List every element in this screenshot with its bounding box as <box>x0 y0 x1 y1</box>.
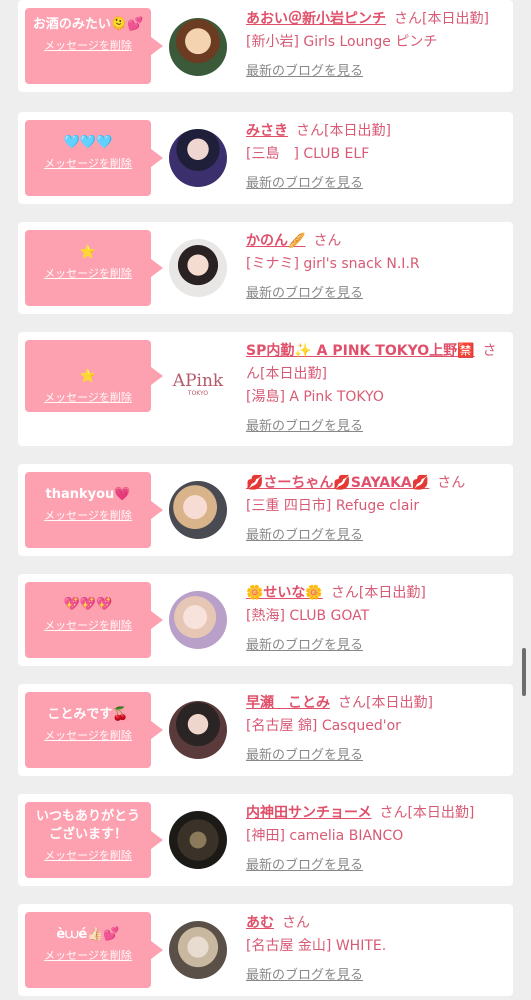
latest-blog-link[interactable]: 最新のブログを見る <box>246 964 363 987</box>
cast-suffix: さん[本日出勤] <box>330 585 426 601</box>
avatar[interactable] <box>169 129 227 187</box>
avatar[interactable] <box>169 18 227 76</box>
cast-info: 💋さーちゃん💋SAYAKA💋 さん [三重 四日市] Refuge clair 最… <box>246 472 505 547</box>
cast-suffix: さん <box>282 915 310 931</box>
message-text: お酒のみたい🫠💕 <box>32 17 144 32</box>
message-bubble: è⩊é👍🏻💕 メッセージを削除 <box>25 912 163 988</box>
cast-suffix: さん[本日出勤] <box>338 695 433 711</box>
cast-name-link[interactable]: 💋さーちゃん💋SAYAKA💋 <box>246 475 429 491</box>
cast-info: 内神田サンチョーメ さん[本日出勤] [神田] camelia BIANCO 最新… <box>246 802 505 877</box>
delete-message-link[interactable]: メッセージを削除 <box>44 267 132 281</box>
latest-blog-link[interactable]: 最新のブログを見る <box>246 634 363 657</box>
latest-blog-link[interactable]: 最新のブログを見る <box>246 282 363 305</box>
message-text: 🩵🩵🩵 <box>63 135 113 150</box>
message-text: いつもありがとうございます！ <box>35 809 140 842</box>
cast-suffix: さん[本日出勤] <box>379 805 475 821</box>
message-card: è⩊é👍🏻💕 メッセージを削除 あむ さん [名古屋 金山] WHITE. 最新の… <box>18 904 513 996</box>
cast-info: あおい＠新小岩ピンチ さん[本日出勤] [新小岩] Girls Lounge ピン… <box>246 8 505 83</box>
message-card: お酒のみたい🫠💕 メッセージを削除 あおい＠新小岩ピンチ さん[本日出勤] [新小… <box>18 0 513 92</box>
cast-suffix: さん[本日出勤] <box>296 123 391 139</box>
apink-logo: APink <box>172 371 224 391</box>
cast-info: あむ さん [名古屋 金山] WHITE. 最新のブログを見る <box>246 912 505 987</box>
delete-message-link[interactable]: メッセージを削除 <box>44 157 132 171</box>
latest-blog-link[interactable]: 最新のブログを見る <box>246 744 363 767</box>
shop-name: [三島 ] CLUB ELF <box>246 146 370 162</box>
message-bubble: 🩵🩵🩵 メッセージを削除 <box>25 120 163 196</box>
latest-blog-link[interactable]: 最新のブログを見る <box>246 172 363 195</box>
message-card: いつもありがとうございます！ メッセージを削除 内神田サンチョーメ さん[本日出勤… <box>18 794 513 886</box>
message-text: ⭐ <box>79 369 97 384</box>
cast-info: 早瀬 ことみ さん[本日出勤] [名古屋 錦] Casqued'or 最新のブログ… <box>246 692 505 767</box>
delete-message-link[interactable]: メッセージを削除 <box>44 949 132 963</box>
message-bubble: ⭐ メッセージを削除 <box>25 230 163 306</box>
cast-suffix: さん[本日出勤] <box>394 11 489 27</box>
message-card: ⭐ メッセージを削除 APink TOKYO SP内勤✨ A PINK TOKY… <box>18 332 513 446</box>
cast-name-link[interactable]: SP内勤✨ A PINK TOKYO上野🈲 <box>246 343 475 359</box>
message-text: è⩊é👍🏻💕 <box>56 927 120 942</box>
cast-info: SP内勤✨ A PINK TOKYO上野🈲 さん[本日出勤] [湯島] A Pin… <box>246 340 505 438</box>
scrollbar[interactable] <box>522 648 526 696</box>
message-text: 💖💖💖 <box>63 597 113 612</box>
message-bubble: ことみです🍒 メッセージを削除 <box>25 692 163 768</box>
apink-logo-sub: TOKYO <box>187 390 209 397</box>
message-bubble: thankyou💗 メッセージを削除 <box>25 472 163 548</box>
message-card: 💖💖💖 メッセージを削除 🌼せいな🌼 さん[本日出勤] [熱海] CLUB GOA… <box>18 574 513 666</box>
delete-message-link[interactable]: メッセージを削除 <box>44 619 132 633</box>
shop-name: [名古屋 金山] WHITE. <box>246 938 387 954</box>
message-bubble: 💖💖💖 メッセージを削除 <box>25 582 163 658</box>
avatar[interactable] <box>169 701 227 759</box>
message-text: thankyou💗 <box>45 487 131 502</box>
delete-message-link[interactable]: メッセージを削除 <box>44 849 132 863</box>
cast-suffix: さん <box>313 233 342 249</box>
message-bubble: お酒のみたい🫠💕 メッセージを削除 <box>25 8 163 84</box>
shop-name: [三重 四日市] Refuge clair <box>246 498 420 514</box>
avatar[interactable] <box>169 591 227 649</box>
cast-name-link[interactable]: かのん🥖 <box>246 233 305 249</box>
cast-name-link[interactable]: あむ <box>246 915 274 931</box>
cast-info: かのん🥖 さん [ミナミ] girl's snack N.I.R 最新のブログを見… <box>246 230 505 305</box>
message-card: ⭐ メッセージを削除 かのん🥖 さん [ミナミ] girl's snack N.I… <box>18 222 513 314</box>
message-bubble: ⭐ メッセージを削除 <box>25 340 163 412</box>
shop-name: [湯島] A Pink TOKYO <box>246 389 384 405</box>
avatar[interactable] <box>169 921 227 979</box>
delete-message-link[interactable]: メッセージを削除 <box>44 509 132 523</box>
avatar[interactable] <box>169 239 227 297</box>
cast-info: 🌼せいな🌼 さん[本日出勤] [熱海] CLUB GOAT 最新のブログを見る <box>246 582 505 657</box>
latest-blog-link[interactable]: 最新のブログを見る <box>246 415 363 438</box>
cast-name-link[interactable]: 早瀬 ことみ <box>246 695 330 711</box>
cast-suffix: さん <box>437 475 466 491</box>
latest-blog-link[interactable]: 最新のブログを見る <box>246 524 363 547</box>
shop-name: [新小岩] Girls Lounge ピンチ <box>246 34 438 50</box>
delete-message-link[interactable]: メッセージを削除 <box>44 391 132 405</box>
shop-name: [熱海] CLUB GOAT <box>246 608 370 624</box>
shop-name: [名古屋 錦] Casqued'or <box>246 718 401 734</box>
message-bubble: いつもありがとうございます！ メッセージを削除 <box>25 802 163 878</box>
message-card: thankyou💗 メッセージを削除 💋さーちゃん💋SAYAKA💋 さん [三重 … <box>18 464 513 556</box>
cast-info: みさき さん[本日出勤] [三島 ] CLUB ELF 最新のブログを見る <box>246 120 505 195</box>
message-text: ⭐ <box>79 245 97 260</box>
avatar[interactable]: APink TOKYO <box>169 356 227 414</box>
message-card: 🩵🩵🩵 メッセージを削除 みさき さん[本日出勤] [三島 ] CLUB ELF … <box>18 112 513 204</box>
delete-message-link[interactable]: メッセージを削除 <box>44 39 132 53</box>
shop-name: [神田] camelia BIANCO <box>246 828 404 844</box>
cast-name-link[interactable]: あおい＠新小岩ピンチ <box>246 11 386 27</box>
avatar[interactable] <box>169 811 227 869</box>
message-card: ことみです🍒 メッセージを削除 早瀬 ことみ さん[本日出勤] [名古屋 錦] C… <box>18 684 513 776</box>
cast-name-link[interactable]: みさき <box>246 123 288 139</box>
cast-name-link[interactable]: 🌼せいな🌼 <box>246 585 323 601</box>
latest-blog-link[interactable]: 最新のブログを見る <box>246 854 363 877</box>
delete-message-link[interactable]: メッセージを削除 <box>44 729 132 743</box>
latest-blog-link[interactable]: 最新のブログを見る <box>246 60 363 83</box>
shop-name: [ミナミ] girl's snack N.I.R <box>246 256 420 272</box>
cast-name-link[interactable]: 内神田サンチョーメ <box>246 805 371 821</box>
avatar[interactable] <box>169 481 227 539</box>
message-text: ことみです🍒 <box>47 707 129 722</box>
